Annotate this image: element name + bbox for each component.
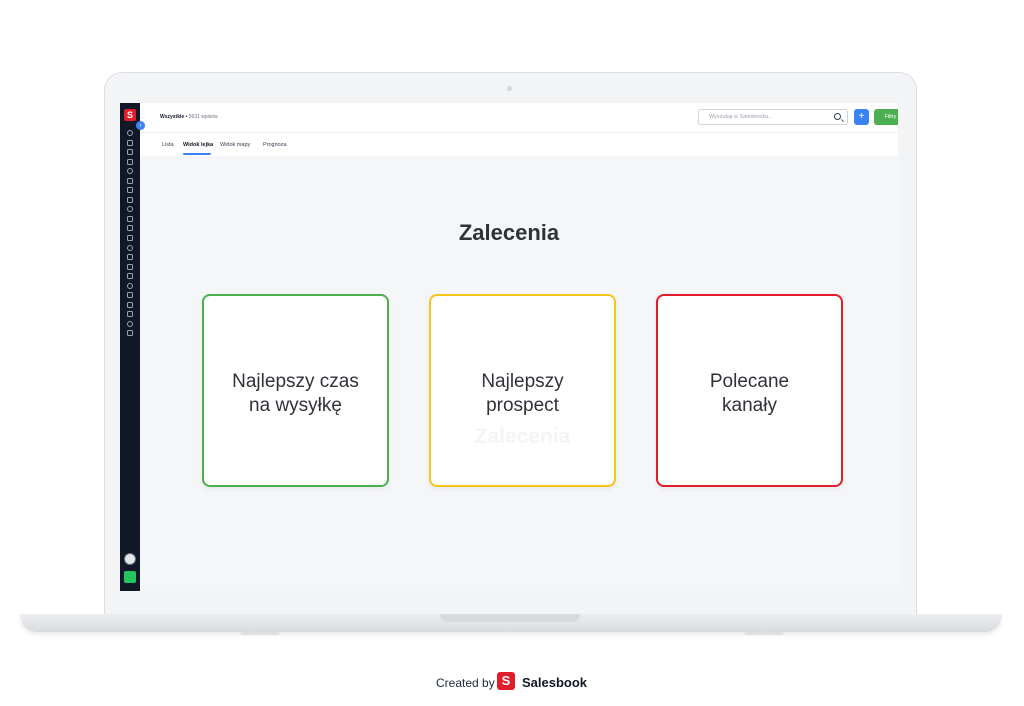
card-best-prospect[interactable]: Najlepszy prospect Zalecenia (429, 294, 616, 487)
card-label: Najlepszy czas na wysyłkę (204, 370, 387, 418)
calculator-icon[interactable] (127, 301, 133, 308)
record-count: 5631 wpisów (188, 114, 218, 120)
tab-funnel-view[interactable]: Widok lejka (183, 142, 213, 148)
card-label-line1: Najlepszy czas (232, 371, 359, 392)
card-label: Polecane kanały (658, 370, 841, 418)
card-best-send-time[interactable]: Najlepszy czas na wysyłkę (202, 294, 389, 487)
search-placeholder: Wyszukaj w Salesbooku... (709, 114, 773, 120)
send-icon[interactable] (127, 254, 133, 261)
sidebar: S (120, 103, 140, 591)
tab-list[interactable]: Lista (162, 142, 174, 148)
search-input[interactable]: Wyszukaj w Salesbooku... (698, 109, 848, 125)
clipboard-icon[interactable] (127, 187, 133, 194)
salesbook-credit-logo: S (497, 672, 515, 690)
salesbook-logo[interactable]: S (124, 109, 136, 121)
credit-prefix: Created by (436, 676, 495, 690)
document-icon[interactable] (127, 158, 133, 165)
card-label: Najlepszy prospect (431, 370, 614, 418)
car-icon[interactable] (127, 320, 133, 327)
card-label-line2: na wysyłkę (249, 395, 342, 416)
search-icon[interactable] (834, 113, 841, 120)
bell-icon[interactable] (127, 292, 133, 299)
ghost-watermark-text: Zalecenia (474, 425, 571, 448)
breadcrumb: Wszystkie • 5631 wpisów (160, 114, 218, 120)
tab-forecast[interactable]: Prognoza (263, 142, 287, 148)
notes-icon[interactable] (127, 177, 133, 184)
link-icon[interactable] (127, 263, 133, 270)
card-label-line1: Najlepszy (481, 371, 564, 392)
card-label-line1: Polecane (709, 371, 790, 392)
mail-icon[interactable] (127, 273, 133, 280)
tab-map-view[interactable]: Widok mapy (220, 142, 250, 148)
top-bar: Wszystkie • 5631 wpisów Wyszukaj w Sales… (140, 103, 898, 133)
inbox-icon[interactable] (127, 168, 133, 175)
dashboard-icon[interactable] (127, 130, 133, 136)
card-label-line2: kanały (722, 395, 777, 416)
breadcrumb-view[interactable]: Wszystkie (160, 114, 184, 120)
add-button[interactable]: + (854, 109, 869, 125)
user-avatar[interactable] (124, 553, 136, 565)
chart-icon[interactable] (127, 139, 133, 146)
card-label-line2: prospect (486, 395, 559, 416)
card-recommended-channels[interactable]: Polecane kanały (656, 294, 843, 487)
active-tab-indicator (183, 153, 211, 155)
laptop-notch (440, 614, 580, 622)
monitor-icon[interactable] (127, 149, 133, 156)
laptop-foot-right (744, 632, 784, 635)
archive-icon[interactable] (127, 282, 133, 289)
sidebar-collapse-button[interactable]: › (136, 121, 145, 130)
team-icon[interactable] (127, 311, 133, 318)
laptop-foot-left (240, 632, 280, 635)
settings-icon[interactable] (127, 330, 133, 337)
status-icon[interactable] (124, 571, 136, 583)
credit-brand: Salesbook (522, 675, 588, 690)
webcam (507, 86, 512, 91)
page-title: Zalecenia (458, 220, 560, 245)
view-tabs: Lista Widok lejka Widok mapy Prognoza (140, 133, 898, 156)
folder-icon[interactable] (127, 206, 133, 213)
filters-button[interactable]: Filtry ⌄ (874, 109, 898, 125)
app-screen: S › Wszystkie • 5631 wpisów Wyszukaj w S… (120, 103, 898, 591)
calendar-icon[interactable] (127, 196, 133, 203)
